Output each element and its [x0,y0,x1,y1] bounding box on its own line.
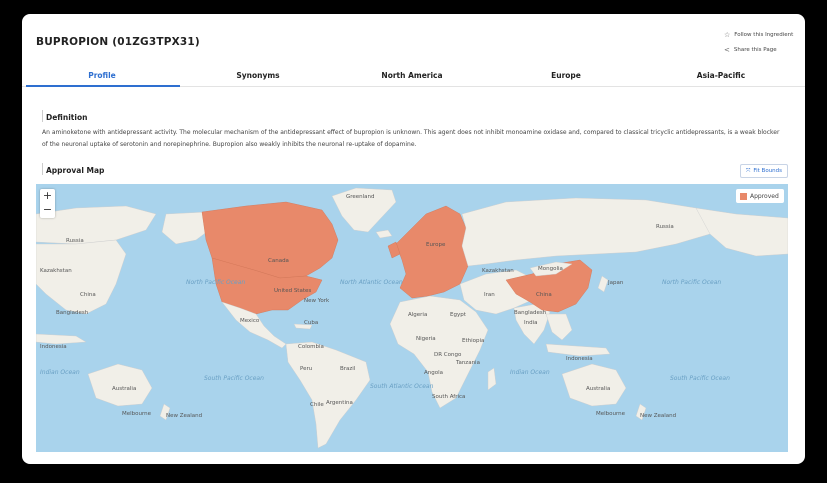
world-map-svg: Greenland Russia Russia Kazakhstan Kazak… [36,187,788,449]
label-indian-ocean-east: Indian Ocean [510,369,550,376]
label-mexico: Mexico [240,318,260,324]
label-melbourne-east: Melbourne [596,411,626,417]
label-north-atlantic: North Atlantic Ocean [340,279,403,286]
label-south-atlantic: South Atlantic Ocean [370,383,434,390]
label-greenland: Greenland [346,194,375,200]
share-icon: < [724,46,730,54]
label-china-west: China [80,292,96,298]
label-nz-west: New Zealand [166,413,202,419]
label-russia-west: Russia [66,238,84,244]
follow-ingredient-label: Follow this Ingredient [734,32,794,38]
label-argentina: Argentina [326,400,353,406]
fit-bounds-icon: ⤧ [745,167,751,174]
japan-shape [597,275,609,293]
tab-north-america[interactable]: North America [334,71,490,80]
label-ethiopia: Ethiopia [462,338,484,344]
label-iran: Iran [484,292,495,298]
label-chile: Chile [310,402,324,408]
approved-swatch [740,192,747,200]
follow-ingredient-link[interactable]: ☆ Follow this Ingredient [724,31,793,39]
star-icon: ☆ [724,31,731,39]
label-peru: Peru [300,366,312,372]
label-north-pacific-west: North Pacific Ocean [186,279,245,286]
page-title: BUPROPION (01ZG3TPX31) [36,36,200,48]
label-japan: Japan [607,280,624,286]
iceland-shape [375,229,393,239]
madagascar-shape [487,367,497,391]
label-mongolia: Mongolia [538,266,563,272]
label-cuba: Cuba [304,320,318,326]
map-legend: Approved [736,189,784,203]
label-indonesia-east: Indonesia [566,356,593,362]
approval-map[interactable]: Greenland Russia Russia Kazakhstan Kazak… [36,184,788,452]
label-indian-ocean-west: Indian Ocean [40,369,80,376]
europe-shape [395,205,469,299]
label-tanzania: Tanzania [455,360,480,366]
label-melbourne-west: Melbourne [122,411,152,417]
tab-synonyms[interactable]: Synonyms [180,71,336,80]
label-australia-west: Australia [112,386,136,392]
australia-west-shape [87,363,153,407]
section-divider [42,163,43,175]
section-divider [42,110,43,122]
indonesia-west-shape [36,333,87,345]
label-indonesia-west: Indonesia [40,344,67,350]
label-usa: United States [274,288,311,294]
zoom-out-button[interactable]: − [40,203,55,217]
ingredient-page-card: BUPROPION (01ZG3TPX31) ☆ Follow this Ing… [22,14,805,464]
label-new-york: New York [304,298,330,304]
label-angola: Angola [424,370,443,376]
label-colombia: Colombia [298,344,324,350]
zoom-in-button[interactable]: + [40,189,55,203]
label-dr-congo: DR Congo [434,352,462,358]
share-page-label: Share this Page [733,47,777,53]
definition-heading: Definition [46,113,88,122]
zoom-control: + − [40,189,55,218]
south-america-shape [285,341,371,449]
label-europe: Europe [426,242,446,248]
australia-shape [561,363,627,407]
label-nigeria: Nigeria [416,336,436,342]
label-bangladesh-west: Bangladesh [56,310,89,316]
definition-text: An aminoketone with antidepressant activ… [42,129,780,148]
russia-shape [461,197,727,267]
label-bangladesh-east: Bangladesh [514,310,547,316]
label-nz-east: New Zealand [640,413,676,419]
active-tab-indicator [26,85,180,87]
label-kazakhstan-east: Kazakhstan [482,268,514,274]
label-brazil: Brazil [340,366,356,372]
label-australia-east: Australia [586,386,610,392]
tab-asia-pacific[interactable]: Asia-Pacific [643,71,799,80]
label-russia-east: Russia [656,224,674,230]
tab-profile[interactable]: Profile [24,71,180,80]
label-canada: Canada [268,258,289,264]
share-page-link[interactable]: < Share this Page [724,46,777,54]
label-south-pacific-west: South Pacific Ocean [204,375,264,382]
fit-bounds-button[interactable]: ⤧ Fit Bounds [740,164,788,178]
fit-bounds-label: Fit Bounds [753,168,783,174]
label-egypt: Egypt [450,312,467,318]
approval-map-heading: Approval Map [46,166,105,175]
label-kazakhstan-west: Kazakhstan [40,268,72,274]
label-south-africa: South Africa [432,394,465,400]
legend-approved-label: Approved [750,192,779,200]
label-south-pacific-east: South Pacific Ocean [670,375,730,382]
asia-west-shape [36,239,127,315]
label-china-east: China [536,292,552,298]
label-algeria: Algeria [408,312,427,318]
tab-europe[interactable]: Europe [488,71,644,80]
russia-east-shape [695,207,788,257]
label-north-pacific-east: North Pacific Ocean [662,279,721,286]
indonesia-shape [545,343,611,357]
label-india: India [524,320,538,326]
southeast-asia-shape [545,313,573,341]
